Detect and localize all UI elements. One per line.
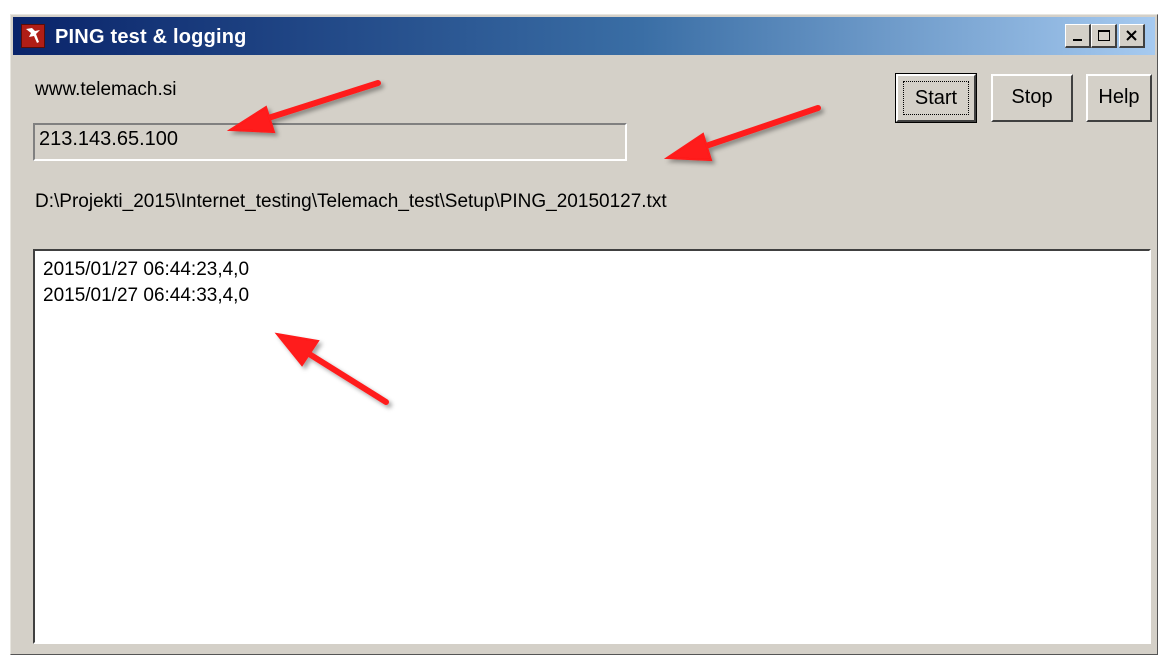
ping-window: PING test & logging www.telemach.si 213.… <box>10 14 1158 655</box>
start-button-label: Start <box>903 81 969 115</box>
close-icon <box>1126 30 1137 41</box>
maximize-icon <box>1098 30 1110 41</box>
ip-address-field: 213.143.65.100 <box>33 123 627 161</box>
close-button[interactable] <box>1119 24 1145 48</box>
window-title: PING test & logging <box>55 26 247 48</box>
log-file-path: D:\Projekti_2015\Internet_testing\Telema… <box>35 191 667 212</box>
help-button[interactable]: Help <box>1086 74 1152 122</box>
title-bar[interactable]: PING test & logging <box>13 17 1155 55</box>
maximize-button[interactable] <box>1091 24 1117 48</box>
start-button[interactable]: Start <box>895 73 977 123</box>
app-icon[interactable] <box>21 24 45 48</box>
log-line: 2015/01/27 06:44:33,4,0 <box>43 285 250 306</box>
log-line: 2015/01/27 06:44:23,4,0 <box>43 259 250 280</box>
stop-button[interactable]: Stop <box>991 74 1073 122</box>
minimize-button[interactable] <box>1065 24 1091 48</box>
log-output[interactable]: 2015/01/27 06:44:23,4,0 2015/01/27 06:44… <box>33 249 1151 644</box>
minimize-icon <box>1073 39 1082 41</box>
host-label: www.telemach.si <box>35 79 177 100</box>
